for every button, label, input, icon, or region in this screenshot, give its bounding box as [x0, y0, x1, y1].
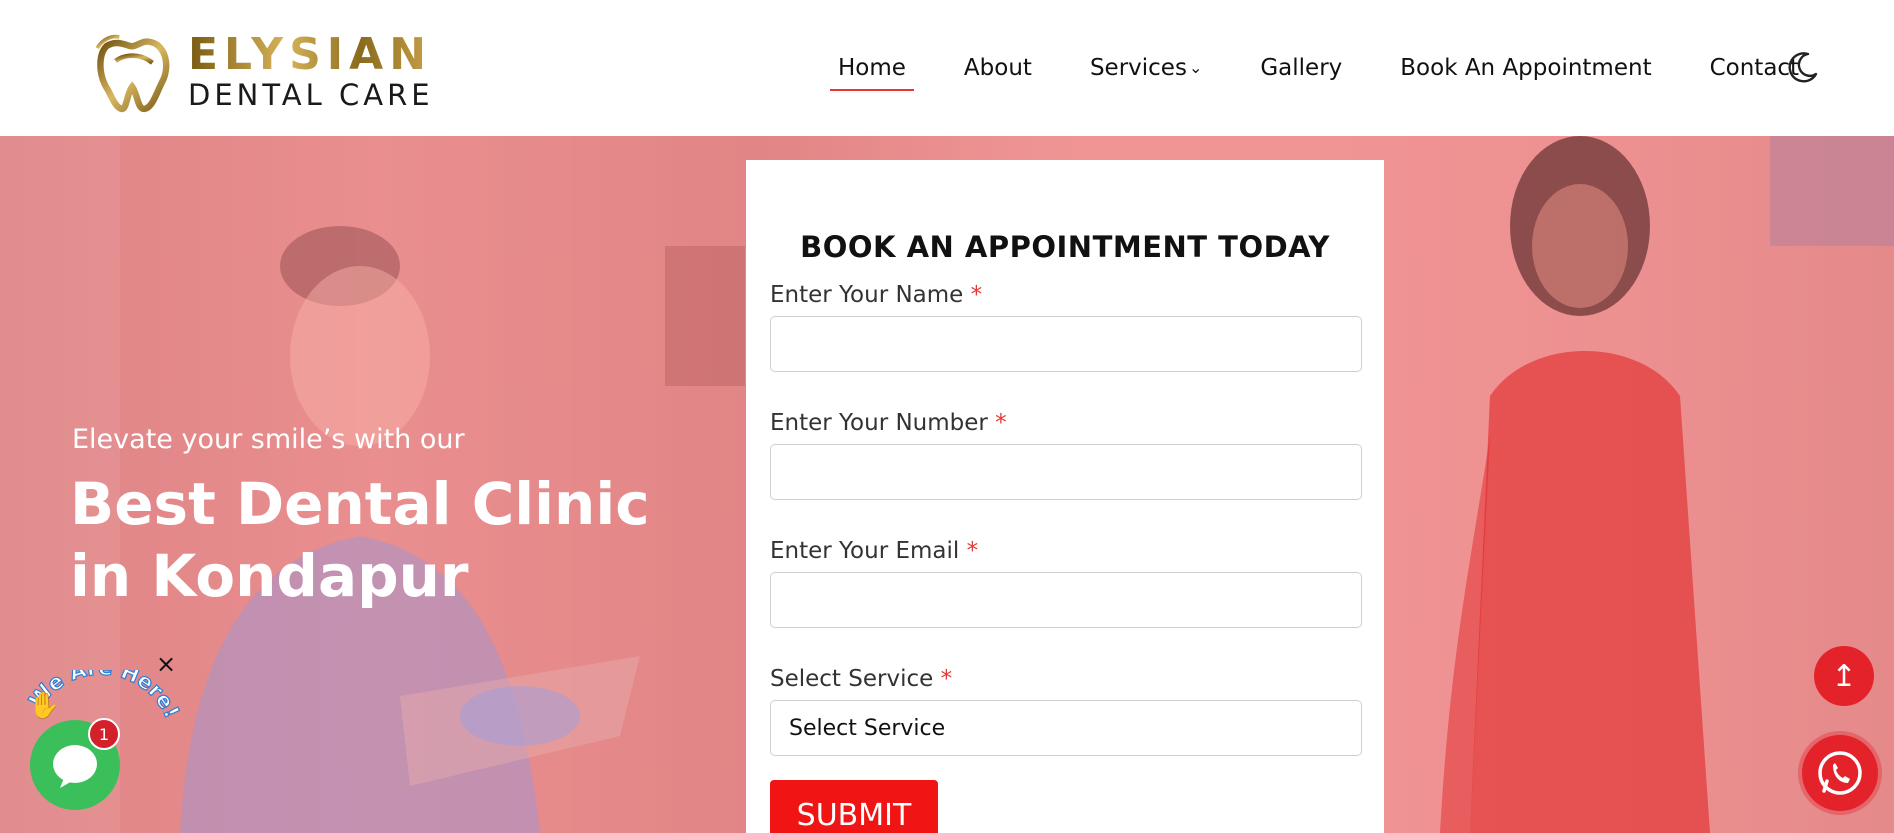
appointment-form: BOOK AN APPOINTMENT TODAY Enter Your Nam…	[746, 160, 1384, 833]
service-label: Select Service *	[770, 666, 1360, 692]
nav-gallery[interactable]: Gallery	[1252, 51, 1350, 85]
brand-name: ELYSIAN	[188, 29, 433, 80]
number-input[interactable]	[770, 444, 1362, 500]
site-header: ELYSIAN DENTAL CARE Home About Services ⌄…	[0, 0, 1894, 136]
moon-icon[interactable]	[1786, 50, 1820, 84]
nav-book-appointment[interactable]: Book An Appointment	[1392, 51, 1659, 85]
email-label-text: Enter Your Email	[770, 538, 960, 564]
name-label-text: Enter Your Name	[770, 282, 964, 308]
number-label-text: Enter Your Number	[770, 410, 988, 436]
hero-woman-illustration	[1440, 136, 1894, 833]
site-logo[interactable]: ELYSIAN DENTAL CARE	[88, 22, 448, 122]
waving-hand-icon: ✋	[28, 690, 60, 721]
required-mark: *	[995, 410, 1007, 436]
number-label: Enter Your Number *	[770, 410, 1360, 436]
whatsapp-icon	[1818, 751, 1862, 795]
tooth-logo-icon	[95, 34, 170, 113]
email-label: Enter Your Email *	[770, 538, 1360, 564]
nav-services[interactable]: Services ⌄	[1082, 51, 1210, 85]
brand-tagline: DENTAL CARE	[188, 78, 434, 112]
required-mark: *	[940, 666, 953, 692]
name-input[interactable]	[770, 316, 1362, 372]
main-nav: Home About Services ⌄ Gallery Book An App…	[830, 48, 1849, 91]
service-select[interactable]: Select Service	[770, 700, 1362, 756]
nav-about[interactable]: About	[956, 51, 1040, 85]
form-title: BOOK AN APPOINTMENT TODAY	[800, 230, 1330, 264]
close-icon[interactable]: ×	[156, 652, 176, 676]
required-mark: *	[966, 538, 979, 564]
nav-home[interactable]: Home	[830, 51, 914, 91]
chat-badge-count: 1	[88, 718, 120, 750]
hero-headline: Best Dental Clinic in Kondapur	[70, 470, 650, 610]
service-label-text: Select Service	[770, 666, 934, 692]
name-label: Enter Your Name *	[770, 282, 1360, 308]
nav-services-label: Services	[1089, 55, 1187, 81]
whatsapp-button[interactable]	[1802, 735, 1878, 811]
scroll-to-top-button[interactable]: ↥	[1814, 646, 1874, 706]
hero-tagline: Elevate your smile’s with our	[72, 424, 465, 455]
arrow-up-icon: ↥	[1831, 658, 1857, 694]
email-input[interactable]	[770, 572, 1362, 628]
service-select-value: Select Service	[789, 715, 946, 741]
required-mark: *	[970, 282, 983, 308]
submit-button[interactable]: SUBMIT	[770, 780, 938, 833]
chevron-down-icon: ⌄	[1188, 58, 1203, 77]
logo-text: ELYSIAN DENTAL CARE	[188, 29, 434, 113]
